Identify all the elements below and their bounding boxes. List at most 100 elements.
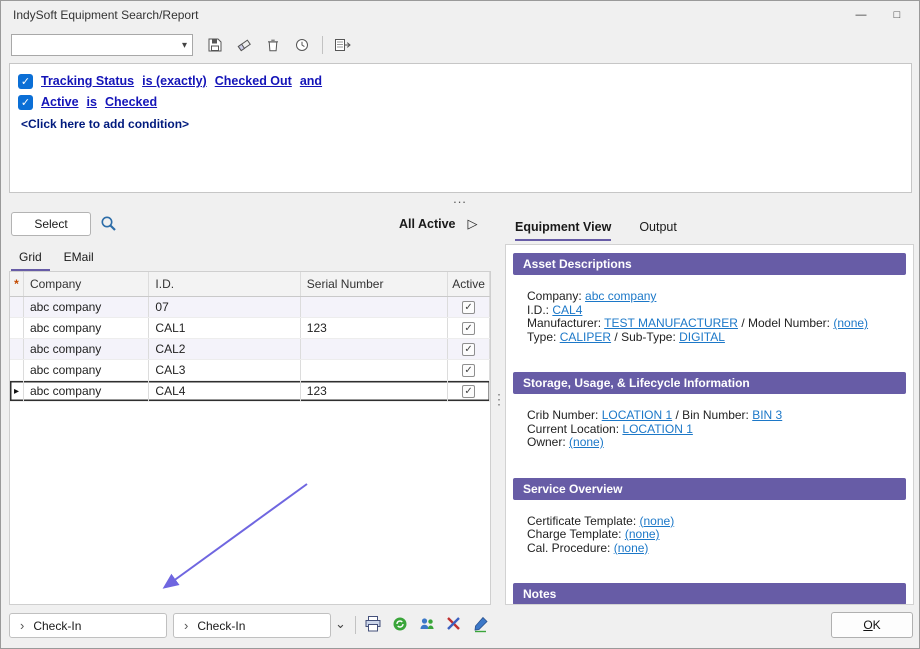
row-gutter: ▸ bbox=[10, 381, 24, 401]
condition-conjunction-link[interactable]: and bbox=[300, 74, 322, 88]
condition-operator-link[interactable]: is bbox=[87, 95, 97, 109]
owner-link[interactable]: (none) bbox=[569, 435, 604, 449]
id-link[interactable]: CAL4 bbox=[552, 303, 582, 317]
location-label: Current Location: bbox=[527, 422, 619, 436]
send-report-icon[interactable] bbox=[332, 34, 354, 56]
active-checkbox[interactable]: ✓ bbox=[462, 364, 475, 377]
column-header-serial[interactable]: Serial Number bbox=[301, 272, 448, 296]
condition-value-link[interactable]: Checked bbox=[105, 95, 157, 109]
cell-company: abc company bbox=[24, 339, 149, 359]
active-checkbox[interactable]: ✓ bbox=[462, 385, 475, 398]
tab-email[interactable]: EMail bbox=[56, 247, 102, 271]
charge-template-link[interactable]: (none) bbox=[625, 527, 660, 541]
active-checkbox[interactable]: ✓ bbox=[462, 301, 475, 314]
bin-link[interactable]: BIN 3 bbox=[752, 408, 782, 422]
history-icon[interactable] bbox=[291, 34, 313, 56]
chevron-down-icon[interactable]: ⌄ bbox=[335, 616, 346, 632]
dropdown-arrow-icon[interactable]: ▾ bbox=[182, 40, 187, 51]
condition-field-link[interactable]: Active bbox=[41, 95, 79, 109]
signature-icon[interactable] bbox=[472, 615, 490, 633]
condition-field-link[interactable]: Tracking Status bbox=[41, 74, 134, 88]
bottom-separator bbox=[355, 616, 356, 634]
cal-procedure-link[interactable]: (none) bbox=[614, 541, 649, 555]
run-icon[interactable]: ▷ bbox=[468, 216, 478, 232]
app-window: IndySoft Equipment Search/Report — □ ▾ ✓… bbox=[0, 0, 920, 649]
model-link[interactable]: (none) bbox=[833, 316, 868, 330]
grid-row-selected[interactable]: ▸ abc company CAL4 123 ✓ bbox=[10, 381, 490, 402]
column-header-company[interactable]: Company bbox=[24, 272, 149, 296]
cell-active: ✓ bbox=[448, 381, 490, 401]
cell-serial bbox=[301, 339, 448, 359]
type-link[interactable]: CALIPER bbox=[560, 330, 611, 344]
grid-row[interactable]: abc company CAL3 ✓ bbox=[10, 360, 490, 381]
check-icon: ✓ bbox=[464, 365, 472, 376]
eraser-icon[interactable] bbox=[233, 34, 255, 56]
condition-checkbox[interactable]: ✓ bbox=[18, 95, 33, 110]
add-condition-link[interactable]: <Click here to add condition> bbox=[21, 117, 189, 131]
trash-icon[interactable] bbox=[262, 34, 284, 56]
crib-link[interactable]: LOCATION 1 bbox=[602, 408, 672, 422]
section-header-service-overview: Service Overview bbox=[513, 478, 906, 500]
grid-row[interactable]: abc company CAL1 123 ✓ bbox=[10, 318, 490, 339]
maximize-button[interactable]: □ bbox=[879, 1, 915, 29]
cell-active: ✓ bbox=[448, 297, 490, 317]
condition-row: ✓ Tracking Status is (exactly) Checked O… bbox=[18, 71, 903, 91]
grid-row[interactable]: abc company 07 ✓ bbox=[10, 297, 490, 318]
tools-icon[interactable] bbox=[445, 615, 463, 633]
cell-company: abc company bbox=[24, 318, 149, 338]
equipment-panel: Asset Descriptions Company: abc company … bbox=[505, 244, 914, 605]
save-icon[interactable] bbox=[204, 34, 226, 56]
grid-gutter-header: * bbox=[10, 272, 24, 296]
section-header-storage: Storage, Usage, & Lifecycle Information bbox=[513, 372, 906, 394]
section-header-notes: Notes bbox=[513, 583, 906, 605]
tab-output[interactable]: Output bbox=[639, 220, 677, 241]
condition-checkbox[interactable]: ✓ bbox=[18, 74, 33, 89]
active-checkbox[interactable]: ✓ bbox=[462, 322, 475, 335]
section-body-service: Certificate Template: (none) Charge Temp… bbox=[513, 500, 906, 576]
certificate-template-link[interactable]: (none) bbox=[640, 514, 675, 528]
vertical-splitter[interactable]: ⋮ bbox=[492, 395, 506, 404]
check-in-button[interactable]: › Check-In bbox=[9, 613, 167, 638]
select-button[interactable]: Select bbox=[11, 212, 91, 236]
horizontal-splitter[interactable]: ... bbox=[1, 194, 919, 204]
users-icon[interactable] bbox=[418, 615, 436, 633]
section-body-storage: Crib Number: LOCATION 1 / Bin Number: BI… bbox=[513, 394, 906, 470]
tab-equipment-view[interactable]: Equipment View bbox=[515, 220, 611, 241]
column-header-active[interactable]: Active bbox=[448, 272, 490, 296]
required-marker-icon: * bbox=[14, 277, 19, 291]
model-label: / Model Number: bbox=[741, 316, 830, 330]
bottom-icon-bar bbox=[364, 615, 490, 633]
company-link[interactable]: abc company bbox=[585, 289, 656, 303]
subtype-link[interactable]: DIGITAL bbox=[679, 330, 725, 344]
cell-id: CAL2 bbox=[149, 339, 300, 359]
manufacturer-link[interactable]: TEST MANUFACTURER bbox=[604, 316, 738, 330]
active-checkbox[interactable]: ✓ bbox=[462, 343, 475, 356]
type-label: Type: bbox=[527, 330, 556, 344]
cell-serial bbox=[301, 297, 448, 317]
cell-id: 07 bbox=[149, 297, 300, 317]
row-gutter bbox=[10, 318, 24, 338]
condition-row: ✓ Active is Checked bbox=[18, 92, 903, 112]
tab-grid[interactable]: Grid bbox=[11, 247, 50, 271]
condition-operator-link[interactable]: is (exactly) bbox=[142, 74, 207, 88]
print-icon[interactable] bbox=[364, 615, 382, 633]
check-icon: ✓ bbox=[21, 75, 30, 88]
refresh-icon[interactable] bbox=[391, 615, 409, 633]
condition-value-link[interactable]: Checked Out bbox=[215, 74, 292, 88]
column-header-id[interactable]: I.D. bbox=[149, 272, 300, 296]
location-link[interactable]: LOCATION 1 bbox=[622, 422, 692, 436]
titlebar: IndySoft Equipment Search/Report bbox=[1, 1, 919, 29]
saved-search-combobox[interactable]: ▾ bbox=[11, 34, 193, 56]
section-header-asset-descriptions: Asset Descriptions bbox=[513, 253, 906, 275]
minimize-button[interactable]: — bbox=[843, 1, 879, 29]
check-in-button-secondary[interactable]: › Check-In bbox=[173, 613, 331, 638]
crib-label: Crib Number: bbox=[527, 408, 598, 422]
grid-row[interactable]: abc company CAL2 ✓ bbox=[10, 339, 490, 360]
search-icon[interactable] bbox=[99, 214, 118, 236]
cell-serial bbox=[301, 360, 448, 380]
certificate-template-label: Certificate Template: bbox=[527, 514, 636, 528]
scope-label[interactable]: All Active bbox=[399, 217, 456, 231]
ok-button[interactable]: OK bbox=[831, 612, 913, 638]
row-gutter bbox=[10, 339, 24, 359]
check-icon: ✓ bbox=[464, 344, 472, 355]
